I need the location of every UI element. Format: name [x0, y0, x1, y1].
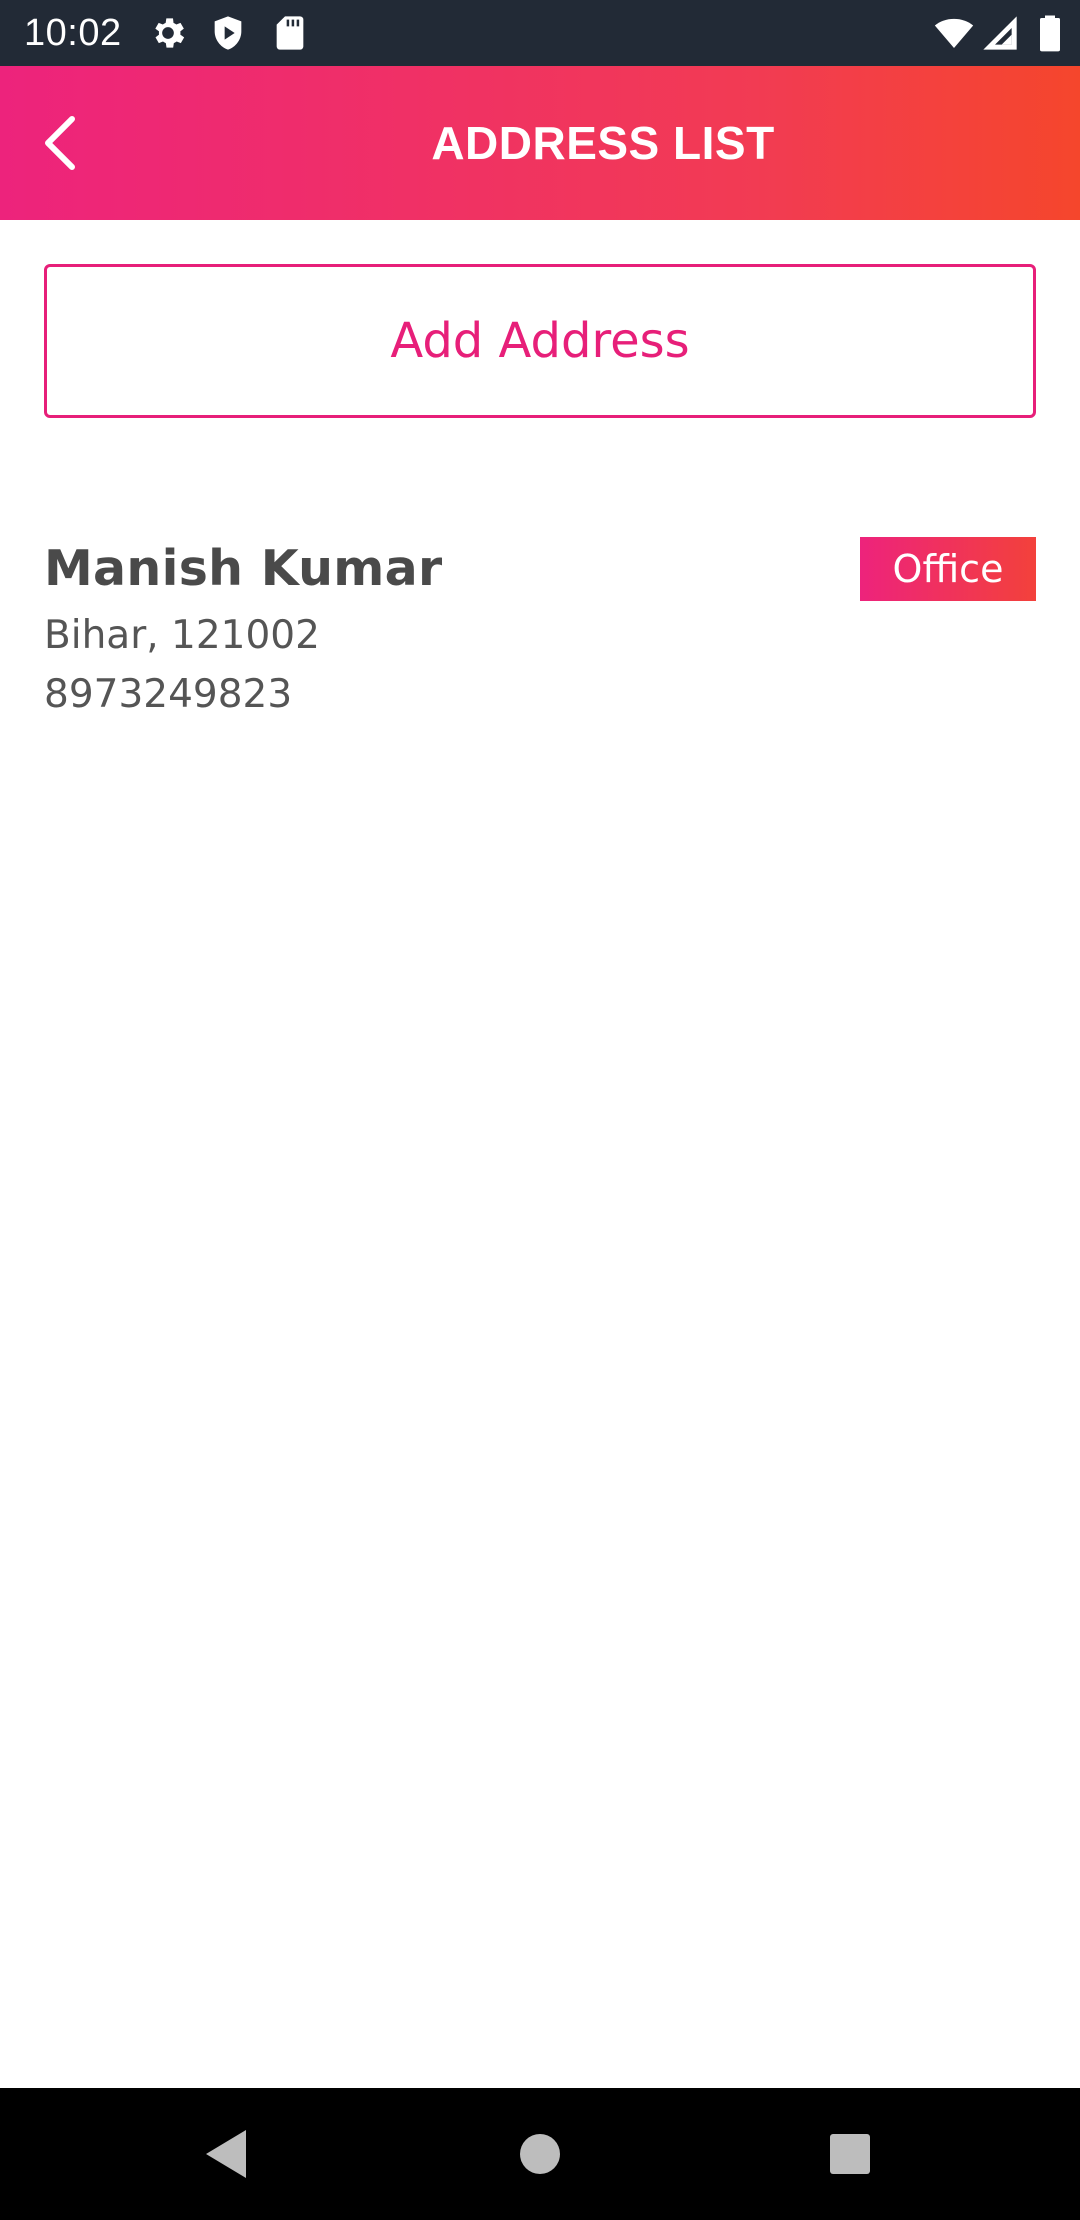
address-name: Manish Kumar	[44, 540, 443, 597]
back-triangle-icon[interactable]	[186, 2114, 266, 2194]
add-address-button[interactable]: Add Address	[44, 264, 1036, 418]
status-bar: 10:02	[0, 0, 1080, 66]
recents-square-icon[interactable]	[810, 2114, 890, 2194]
battery-icon	[1040, 15, 1060, 52]
app-bar: ADDRESS LIST	[0, 66, 1080, 220]
shield-play-icon	[214, 16, 242, 50]
wifi-icon	[934, 18, 974, 48]
signal-icon	[983, 16, 1017, 50]
status-time: 10:02	[24, 12, 122, 54]
sd-card-icon	[276, 16, 304, 50]
address-list-item[interactable]: Manish Kumar Bihar, 121002 8973249823 Of…	[44, 520, 1036, 720]
gear-icon	[155, 18, 185, 48]
address-phone: 8973249823	[44, 672, 293, 717]
system-nav-bar	[0, 2088, 1080, 2220]
address-location: Bihar, 121002	[44, 613, 320, 658]
home-circle-icon[interactable]	[500, 2114, 580, 2194]
page-title: ADDRESS LIST	[431, 117, 775, 169]
address-type-badge: Office	[860, 537, 1036, 601]
